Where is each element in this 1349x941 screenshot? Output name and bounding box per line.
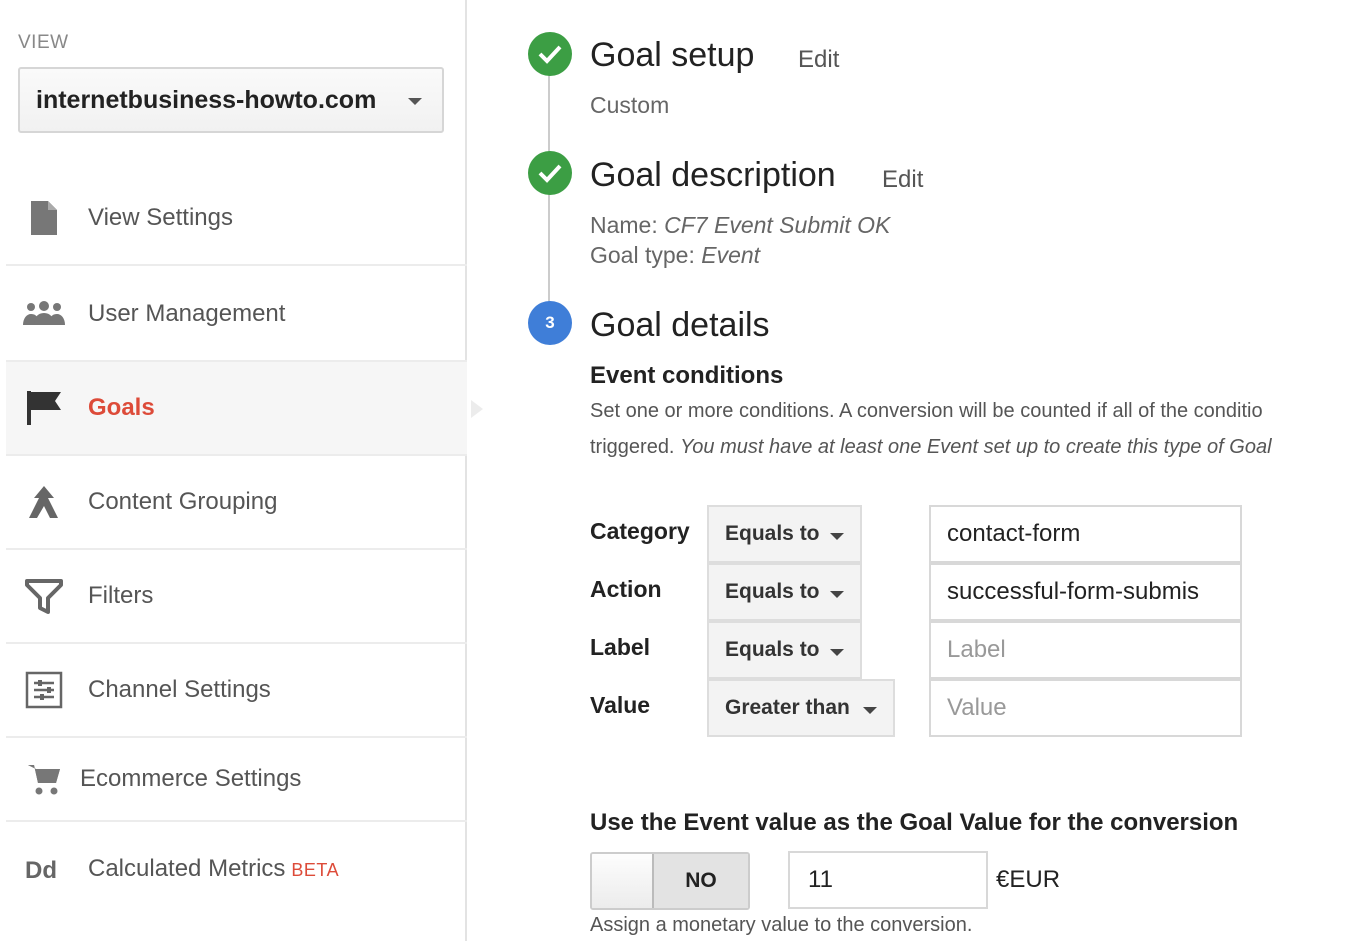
sidebar-item-label: Goals <box>88 394 155 421</box>
view-select-value: internetbusiness-howto.com <box>36 85 377 114</box>
sidebar-item-label-wrap: Calculated Metrics BETA <box>88 855 339 883</box>
goal-name-label: Name: <box>590 212 658 238</box>
goal-type-line: Goal type: Event <box>590 242 760 269</box>
cart-icon <box>22 757 66 801</box>
goal-setup-summary: Custom <box>590 92 670 118</box>
category-operator-select[interactable]: Equals to <box>707 505 862 563</box>
operator-value: Equals to <box>725 580 820 603</box>
sidebar-item-label: Calculated Metrics <box>88 855 286 882</box>
goal-value-toggle[interactable]: NO <box>590 852 750 910</box>
check-icon <box>528 151 572 195</box>
goal-value-amount-input[interactable] <box>788 851 988 909</box>
chevron-down-icon <box>408 98 422 105</box>
chevron-down-icon <box>830 533 844 540</box>
edit-goal-setup-link[interactable]: Edit <box>798 46 839 74</box>
sidebar-item-label: View Settings <box>88 204 233 231</box>
goal-value-title: Use the Event value as the Goal Value fo… <box>590 809 1239 836</box>
sidebar-item-ecommerce-settings[interactable]: Ecommerce Settings <box>6 738 467 822</box>
document-icon <box>22 196 66 240</box>
users-icon <box>22 292 66 336</box>
value-operator-select[interactable]: Greater than <box>707 679 895 737</box>
sidebar-item-user-management[interactable]: User Management <box>6 268 467 362</box>
channel-settings-icon <box>22 668 66 712</box>
goal-type-label: Goal type: <box>590 242 695 268</box>
sidebar-item-filters[interactable]: Filters <box>6 550 467 644</box>
label-value-input[interactable] <box>929 621 1242 679</box>
event-conditions-title: Event conditions <box>590 362 784 389</box>
step-title-goal-description: Goal description <box>590 156 836 194</box>
view-label: VIEW <box>18 32 69 53</box>
sidebar-item-label: Content Grouping <box>88 488 278 515</box>
view-select[interactable]: internetbusiness-howto.com <box>18 67 444 133</box>
condition-label-value: Value <box>590 692 651 718</box>
sidebar-item-goals[interactable]: Goals <box>6 362 483 456</box>
flag-icon <box>22 386 66 430</box>
sidebar: VIEW internetbusiness-howto.com View Set… <box>0 0 483 941</box>
event-conditions-desc-line1: Set one or more conditions. A conversion… <box>590 400 1263 422</box>
check-icon <box>528 32 572 76</box>
currency-label: €EUR <box>996 866 1061 893</box>
edit-goal-description-link[interactable]: Edit <box>882 166 923 194</box>
condition-label-category: Category <box>590 518 690 544</box>
desc-italic: You must have at least one Event set up … <box>680 436 1272 458</box>
sidebar-item-label: Channel Settings <box>88 676 271 703</box>
step-number-badge: 3 <box>528 301 572 345</box>
chevron-down-icon <box>830 649 844 656</box>
action-operator-select[interactable]: Equals to <box>707 563 862 621</box>
operator-value: Greater than <box>725 696 850 719</box>
event-conditions-desc-line2: triggered. You must have at least one Ev… <box>590 429 1349 465</box>
goal-value-hint: Assign a monetary value to the conversio… <box>590 914 973 936</box>
toggle-knob <box>592 854 654 908</box>
beta-badge: BETA <box>291 860 340 880</box>
chevron-down-icon <box>830 591 844 598</box>
sidebar-item-view-settings[interactable]: View Settings <box>6 172 467 266</box>
condition-label-action: Action <box>590 576 662 602</box>
svg-text:Dd: Dd <box>25 857 57 884</box>
desc-plain: triggered. <box>590 436 675 458</box>
goal-name-value: CF7 Event Submit OK <box>664 212 891 238</box>
goal-type-value: Event <box>701 242 761 268</box>
dd-icon: Dd <box>22 847 66 891</box>
toggle-state: NO <box>654 854 748 908</box>
operator-value: Equals to <box>725 522 820 545</box>
sidebar-item-content-grouping[interactable]: Content Grouping <box>6 456 467 550</box>
chevron-down-icon <box>863 707 877 714</box>
sidebar-item-calculated-metrics[interactable]: Dd Calculated Metrics BETA <box>6 824 467 914</box>
step-title-goal-setup: Goal setup <box>590 36 755 74</box>
content-grouping-icon <box>22 480 66 524</box>
action-value-input[interactable] <box>929 563 1242 621</box>
category-value-input[interactable] <box>929 505 1242 563</box>
sidebar-item-label: User Management <box>88 300 286 327</box>
sidebar-item-label: Filters <box>88 582 154 609</box>
value-value-input[interactable] <box>929 679 1242 737</box>
goal-name-line: Name: CF7 Event Submit OK <box>590 212 890 239</box>
filter-icon <box>22 574 66 618</box>
goal-editor: Goal setup Edit Custom Goal description … <box>468 0 1349 941</box>
step-title-goal-details: Goal details <box>590 306 770 344</box>
operator-value: Equals to <box>725 638 820 661</box>
event-conditions-description: Set one or more conditions. A conversion… <box>590 393 1349 465</box>
condition-label-label: Label <box>590 634 651 660</box>
sidebar-item-label: Ecommerce Settings <box>80 765 302 792</box>
label-operator-select[interactable]: Equals to <box>707 621 862 679</box>
sidebar-item-channel-settings[interactable]: Channel Settings <box>6 644 467 738</box>
